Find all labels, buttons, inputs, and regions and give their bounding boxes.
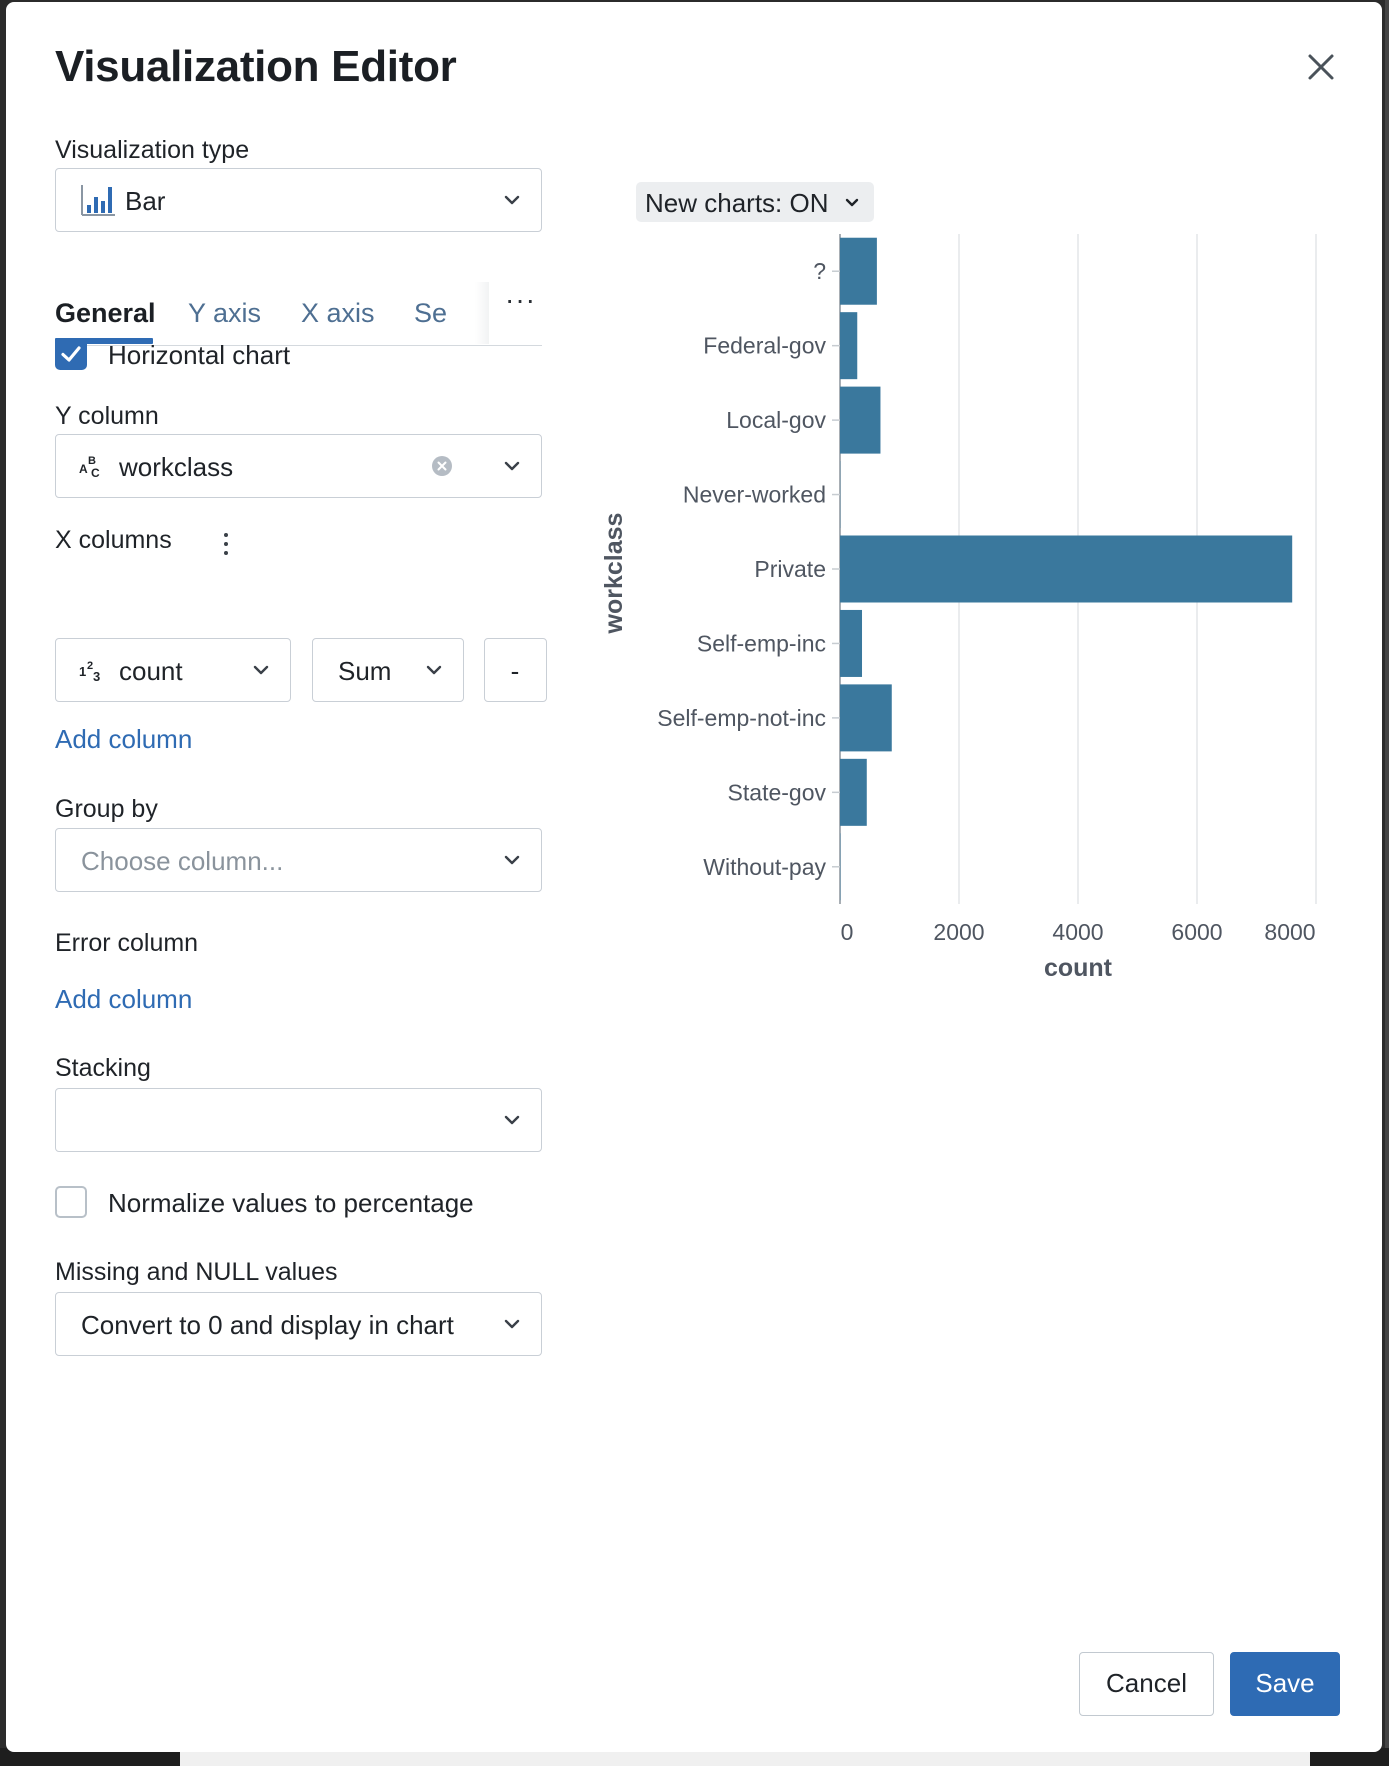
category-label: Private	[754, 556, 826, 582]
group-by-label: Group by	[55, 795, 158, 823]
y-axis-title: workclass	[600, 513, 628, 635]
remove-column-button[interactable]: -	[484, 638, 547, 702]
chevron-down-icon	[504, 855, 520, 865]
bar	[840, 312, 858, 380]
chevron-down-icon	[253, 665, 269, 675]
save-button[interactable]: Save	[1230, 1652, 1340, 1716]
tab-x-axis[interactable]: X axis	[301, 298, 375, 329]
bar-chart-preview: 0 2000 4000 6000 8000? Federal-gov Local-gov Ne…	[600, 234, 1317, 982]
missing-null-value: Convert to 0 and display in chart	[81, 1310, 454, 1340]
add-x-column-link[interactable]: Add column	[55, 724, 192, 755]
clear-icon[interactable]	[431, 455, 453, 482]
x-tick-label: 0	[841, 919, 854, 945]
stacking-label: Stacking	[55, 1054, 151, 1082]
bar	[840, 237, 877, 305]
missing-null-label: Missing and NULL values	[55, 1258, 338, 1286]
aggregation-value: Sum	[338, 656, 392, 686]
normalize-checkbox[interactable]	[55, 1186, 87, 1218]
editor-tabs: General Y axis X axis Se ···	[55, 282, 542, 346]
svg-text:C: C	[91, 466, 100, 480]
bar	[840, 609, 863, 677]
horizontal-chart-checkbox[interactable]	[55, 338, 87, 370]
category-label: ?	[813, 258, 826, 284]
tab-overflow-fade	[475, 282, 489, 344]
tab-general[interactable]: General	[55, 298, 156, 329]
group-by-select[interactable]: Choose column...	[55, 828, 542, 892]
category-label: Never-worked	[683, 482, 826, 508]
bar-chart-icon	[80, 183, 116, 222]
tab-y-axis[interactable]: Y axis	[188, 298, 261, 329]
normalize-label: Normalize values to percentage	[108, 1188, 474, 1218]
checkmark-icon	[61, 346, 81, 362]
group-by-placeholder: Choose column...	[81, 846, 284, 876]
x-column-value: count	[119, 656, 183, 686]
x-columns-label: X columns	[55, 526, 172, 554]
x-columns-options-icon[interactable]	[219, 530, 233, 558]
chevron-down-icon	[504, 1115, 520, 1125]
category-label: Self-emp-not-inc	[657, 705, 826, 731]
bar	[840, 684, 892, 752]
x-tick-label: 2000	[933, 919, 984, 945]
text-type-icon: A B C	[78, 452, 106, 485]
add-error-column-link[interactable]: Add column	[55, 984, 192, 1015]
number-type-icon: 1 2 3	[78, 656, 108, 689]
x-axis-title: count	[1044, 954, 1113, 982]
tab-series[interactable]: Se	[414, 298, 447, 329]
x-tick-label: 4000	[1052, 919, 1103, 945]
chevron-down-icon	[426, 665, 442, 675]
horizontal-chart-label: Horizontal chart	[108, 340, 291, 370]
svg-text:3: 3	[93, 669, 100, 684]
more-tabs-button[interactable]: ···	[505, 284, 536, 316]
visualization-type-value: Bar	[125, 186, 166, 216]
bar	[840, 535, 1293, 603]
close-icon[interactable]	[1301, 47, 1341, 87]
y-column-label: Y column	[55, 402, 159, 430]
visualization-type-select[interactable]: Bar	[55, 168, 542, 232]
svg-text:A: A	[79, 462, 88, 476]
svg-text:1: 1	[79, 664, 86, 679]
chevron-down-icon	[504, 1319, 520, 1329]
category-label: Self-emp-inc	[697, 630, 826, 656]
stacking-select[interactable]	[55, 1088, 542, 1152]
chevron-down-icon	[504, 195, 520, 205]
chevron-down-icon	[845, 198, 859, 207]
category-label: State-gov	[728, 779, 827, 805]
x-column-select[interactable]: 1 2 3 count	[55, 638, 291, 702]
category-label: Federal-gov	[703, 333, 826, 359]
chevron-down-icon	[504, 461, 520, 471]
new-charts-toggle-label: New charts: ON	[645, 188, 829, 218]
category-label: Local-gov	[726, 407, 826, 433]
dialog-title: Visualization Editor	[55, 42, 457, 91]
aggregation-select[interactable]: Sum	[312, 638, 464, 702]
bar	[840, 758, 867, 826]
missing-null-select[interactable]: Convert to 0 and display in chart	[55, 1292, 542, 1356]
y-column-select[interactable]: A B C workclass	[55, 434, 542, 498]
new-charts-toggle[interactable]: New charts: ON	[636, 182, 874, 222]
x-tick-label: 8000	[1264, 919, 1315, 945]
y-column-value: workclass	[119, 452, 234, 482]
cancel-button[interactable]: Cancel	[1079, 1652, 1214, 1716]
visualization-type-label: Visualization type	[55, 136, 250, 164]
visualization-editor-dialog: Visualization Editor Visualization type …	[6, 2, 1382, 1752]
x-tick-label: 6000	[1171, 919, 1222, 945]
bar	[840, 386, 881, 454]
category-label: Without-pay	[703, 854, 826, 880]
error-column-label: Error column	[55, 929, 199, 957]
